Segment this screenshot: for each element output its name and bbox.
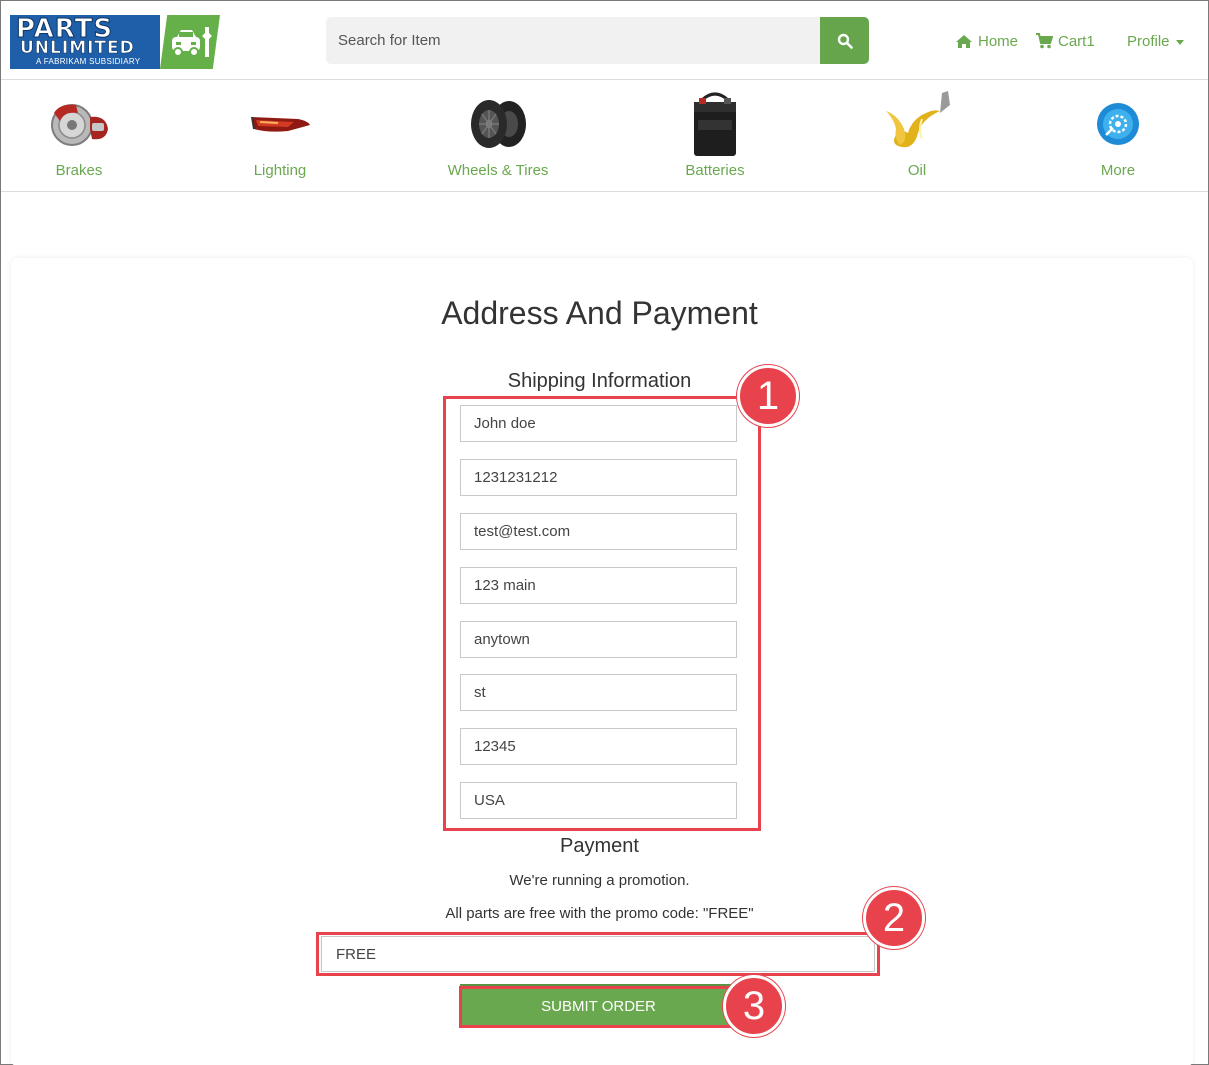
category-oil[interactable]: Oil bbox=[857, 80, 977, 190]
shipping-heading: Shipping Information bbox=[507, 370, 692, 392]
category-brakes[interactable]: Brakes bbox=[19, 80, 139, 190]
home-icon bbox=[956, 34, 972, 48]
promo-code-hint: All parts are free with the promo code: … bbox=[445, 905, 754, 922]
nav-cart-link[interactable]: Cart1 bbox=[1035, 31, 1095, 51]
parts-unlimited-logo[interactable]: PARTS UNLIMITED A FABRIKAM SUBSIDIARY bbox=[10, 15, 220, 69]
promo-notice: We're running a promotion. bbox=[509, 872, 690, 889]
category-label: Oil bbox=[907, 162, 927, 179]
search-input[interactable] bbox=[326, 17, 820, 64]
category-label: More bbox=[1100, 162, 1136, 179]
lighting-icon bbox=[251, 116, 310, 132]
logo-text-subsidiary: A FABRIKAM SUBSIDIARY bbox=[36, 57, 141, 66]
email-field[interactable] bbox=[460, 513, 737, 550]
category-bar: Brakes Lighting Wheels & Tires Batteries… bbox=[1, 80, 1208, 192]
more-icon bbox=[1097, 103, 1139, 145]
search-button[interactable] bbox=[820, 17, 869, 64]
category-wheels-tires[interactable]: Wheels & Tires bbox=[438, 80, 558, 190]
phone-field[interactable] bbox=[460, 459, 737, 496]
nav-home-label: Home bbox=[978, 32, 1019, 50]
nav-home-link[interactable]: Home bbox=[955, 31, 1018, 51]
promo-code-input[interactable] bbox=[321, 936, 875, 972]
callout-badge-3: 3 bbox=[723, 975, 785, 1037]
postal-code-field[interactable] bbox=[460, 728, 737, 765]
country-field[interactable] bbox=[460, 782, 737, 819]
chevron-down-icon bbox=[1175, 39, 1184, 45]
name-field[interactable] bbox=[460, 405, 737, 442]
city-field[interactable] bbox=[460, 621, 737, 658]
nav-profile-label: Profile bbox=[1127, 32, 1170, 50]
top-header: PARTS UNLIMITED A FABRIKAM SUBSIDIARY Ho… bbox=[1, 1, 1208, 80]
wheels-icon bbox=[471, 100, 526, 148]
nav-profile-dropdown[interactable]: Profile bbox=[1127, 31, 1184, 51]
category-lighting[interactable]: Lighting bbox=[220, 80, 340, 190]
category-label: Brakes bbox=[55, 162, 103, 179]
car-wrench-icon bbox=[172, 27, 212, 57]
category-label: Wheels & Tires bbox=[447, 162, 549, 179]
page-title: Address And Payment bbox=[441, 295, 758, 331]
callout-badge-1: 1 bbox=[737, 365, 799, 427]
battery-icon bbox=[694, 92, 736, 156]
submit-order-button[interactable]: SUBMIT ORDER bbox=[460, 984, 737, 1026]
oil-icon bbox=[886, 91, 950, 148]
search-icon bbox=[837, 33, 853, 49]
nav-cart-label: Cart1 bbox=[1058, 32, 1095, 50]
state-field[interactable] bbox=[460, 674, 737, 711]
brakes-icon bbox=[51, 104, 108, 146]
address-field[interactable] bbox=[460, 567, 737, 604]
logo-text-unlimited: UNLIMITED bbox=[20, 38, 135, 58]
payment-heading: Payment bbox=[560, 835, 639, 857]
category-label: Batteries bbox=[685, 162, 745, 179]
callout-badge-2: 2 bbox=[863, 887, 925, 949]
category-more[interactable]: More bbox=[1058, 80, 1178, 190]
category-label: Lighting bbox=[253, 162, 307, 179]
category-batteries[interactable]: Batteries bbox=[655, 80, 775, 190]
cart-icon bbox=[1036, 33, 1053, 49]
